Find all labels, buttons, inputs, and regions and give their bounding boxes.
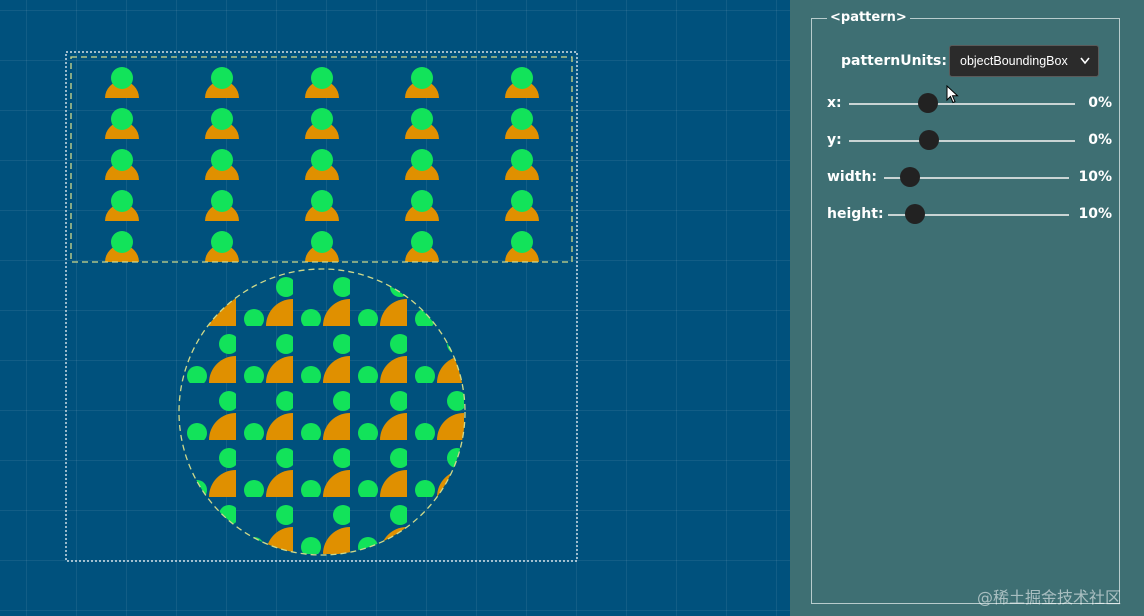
slider-value-y: 0% [1088,132,1112,148]
pattern-rectangle[interactable] [70,56,573,263]
mouse-pointer-icon [946,84,960,109]
pattern-units-select[interactable]: objectBoundingBox [949,45,1099,77]
slider-thumb-height[interactable] [905,204,925,224]
controls-panel: <pattern> patternUnits: objectBoundingBo… [790,0,1144,616]
pattern-circle-fill [179,269,465,555]
slider-track-y[interactable] [849,140,1075,142]
pattern-units-label: patternUnits: [841,53,947,69]
pattern-units-value: objectBoundingBox [960,54,1068,68]
slider-label-y: y: [827,132,842,148]
chevron-down-icon [1080,46,1090,89]
fieldset-legend: <pattern> [827,9,910,27]
canvas-area [0,0,790,616]
slider-value-x: 0% [1088,95,1112,111]
slider-label-height: height: [827,206,884,222]
slider-value-height: 10% [1078,206,1112,222]
slider-value-width: 10% [1078,169,1112,185]
slider-label-x: x: [827,95,842,111]
slider-thumb-y[interactable] [919,130,939,150]
watermark-text: @稀土掘金技术社区 [977,588,1122,607]
slider-thumb-x[interactable] [918,93,938,113]
slider-thumb-width[interactable] [900,167,920,187]
slider-track-x[interactable] [849,103,1075,105]
slider-label-width: width: [827,169,878,185]
pattern-stage [65,51,578,562]
